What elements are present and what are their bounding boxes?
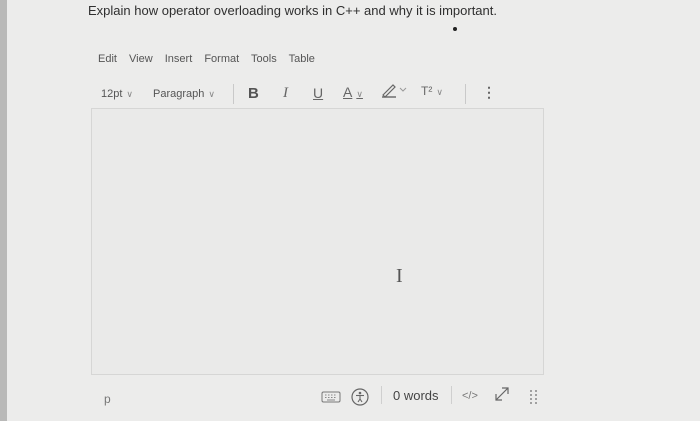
- editor-toolbar: 12pt ∨ Paragraph ∨ B I U A ∨ T² ∨ ⋮: [0, 0, 700, 110]
- superscript-button[interactable]: T² ∨: [421, 84, 443, 98]
- block-format-value: Paragraph: [153, 88, 205, 100]
- chevron-down-icon: ∨: [356, 89, 363, 99]
- keyboard-icon[interactable]: [321, 389, 341, 408]
- chevron-down-icon: ∨: [126, 89, 134, 99]
- editor-text-area[interactable]: [91, 108, 544, 375]
- block-format-select[interactable]: Paragraph ∨: [153, 88, 215, 100]
- resize-grip-icon[interactable]: [528, 388, 540, 409]
- text-cursor-icon: I: [396, 265, 403, 287]
- highlight-button[interactable]: [381, 82, 409, 101]
- chevron-down-icon: ∨: [208, 89, 215, 99]
- toolbar-divider: [233, 84, 234, 104]
- italic-button[interactable]: I: [283, 85, 288, 102]
- element-path[interactable]: p: [104, 392, 111, 406]
- more-options-button[interactable]: ⋮: [482, 84, 496, 101]
- font-size-value: 12pt: [101, 88, 123, 100]
- bold-button[interactable]: B: [248, 85, 259, 102]
- text-color-letter: A: [343, 84, 353, 100]
- expand-icon[interactable]: [492, 384, 512, 409]
- superscript-label: T²: [421, 84, 433, 98]
- font-size-select[interactable]: 12pt ∨: [101, 88, 133, 100]
- accessibility-icon[interactable]: [350, 387, 370, 412]
- text-color-button[interactable]: A ∨: [343, 84, 363, 100]
- highlighter-icon: [382, 84, 407, 98]
- chevron-down-icon: ∨: [436, 87, 443, 97]
- status-divider: [451, 386, 452, 404]
- status-divider: [381, 386, 382, 404]
- toolbar-divider: [465, 84, 466, 104]
- word-count[interactable]: 0 words: [393, 388, 439, 403]
- underline-button[interactable]: U: [313, 85, 323, 101]
- html-code-view-button[interactable]: </>: [462, 390, 478, 402]
